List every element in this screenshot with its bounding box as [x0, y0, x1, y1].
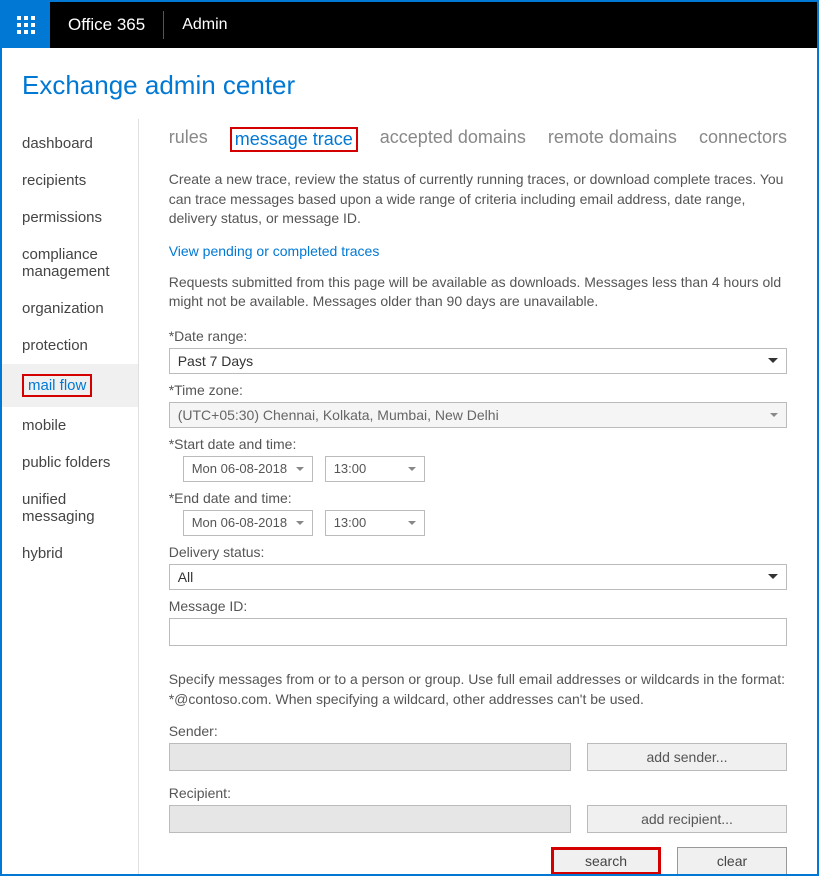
search-button[interactable]: search [551, 847, 661, 875]
date-range-value: Past 7 Days [178, 353, 253, 369]
chevron-down-icon [408, 521, 416, 525]
sidebar-item-label: dashboard [22, 135, 93, 152]
end-time-value: 13:00 [334, 515, 367, 530]
end-time-select[interactable]: 13:00 [325, 510, 425, 536]
tab-connectors[interactable]: connectors [699, 127, 787, 152]
sidebar-item-recipients[interactable]: recipients [2, 162, 138, 199]
sidebar-item-protection[interactable]: protection [2, 327, 138, 364]
sidebar-item-label: mail flow [22, 374, 92, 397]
availability-note: Requests submitted from this page will b… [169, 273, 787, 312]
tab-rules[interactable]: rules [169, 127, 208, 152]
time-zone-label: *Time zone: [169, 382, 787, 398]
sidebar-item-label: public folders [22, 454, 110, 471]
intro-text: Create a new trace, review the status of… [169, 170, 787, 229]
pending-traces-link[interactable]: View pending or completed traces [169, 243, 380, 259]
sidebar-item-label: unified messaging [22, 491, 95, 525]
sidebar-item-label: compliance management [22, 246, 110, 280]
sidebar-item-label: protection [22, 337, 88, 354]
delivery-status-select[interactable]: All [169, 564, 787, 590]
date-range-select[interactable]: Past 7 Days [169, 348, 787, 374]
clear-button[interactable]: clear [677, 847, 787, 875]
add-sender-button[interactable]: add sender... [587, 743, 787, 771]
sender-label: Sender: [169, 723, 787, 739]
sidebar-item-public-folders[interactable]: public folders [2, 444, 138, 481]
sidebar-item-hybrid[interactable]: hybrid [2, 535, 138, 572]
page-title: Exchange admin center [2, 48, 817, 119]
chevron-down-icon [408, 467, 416, 471]
tab-message-trace[interactable]: message trace [230, 127, 358, 152]
end-date-value: Mon 06-08-2018 [192, 515, 287, 530]
start-date-value: Mon 06-08-2018 [192, 461, 287, 476]
time-zone-select[interactable]: (UTC+05:30) Chennai, Kolkata, Mumbai, Ne… [169, 402, 787, 428]
sidebar-item-organization[interactable]: organization [2, 290, 138, 327]
end-datetime-label: *End date and time: [169, 490, 787, 506]
top-bar: Office 365 Admin [2, 2, 817, 48]
main-content: rules message trace accepted domains remote… [139, 119, 817, 876]
tab-remote-domains[interactable]: remote domains [548, 127, 677, 152]
message-id-label: Message ID: [169, 598, 787, 614]
sidebar-item-label: mobile [22, 417, 66, 434]
section-name[interactable]: Admin [164, 16, 245, 34]
app-launcher-icon[interactable] [2, 2, 50, 48]
delivery-status-value: All [178, 569, 194, 585]
sidebar-item-mail-flow[interactable]: mail flow [2, 364, 138, 407]
delivery-status-label: Delivery status: [169, 544, 787, 560]
start-time-value: 13:00 [334, 461, 367, 476]
chevron-down-icon [296, 521, 304, 525]
date-range-label: *Date range: [169, 328, 787, 344]
start-time-select[interactable]: 13:00 [325, 456, 425, 482]
tab-bar: rules message trace accepted domains remote… [169, 127, 787, 152]
chevron-down-icon [768, 574, 778, 579]
start-datetime-label: *Start date and time: [169, 436, 787, 452]
sidebar-item-compliance-management[interactable]: compliance management [2, 236, 138, 290]
sidebar-item-unified-messaging[interactable]: unified messaging [2, 481, 138, 535]
tab-accepted-domains[interactable]: accepted domains [380, 127, 526, 152]
message-id-input[interactable] [169, 618, 787, 646]
sidebar-item-mobile[interactable]: mobile [2, 407, 138, 444]
recipient-box[interactable] [169, 805, 571, 833]
start-date-select[interactable]: Mon 06-08-2018 [183, 456, 313, 482]
chevron-down-icon [770, 413, 778, 417]
sender-box[interactable] [169, 743, 571, 771]
sidebar-item-label: permissions [22, 209, 102, 226]
product-name[interactable]: Office 365 [50, 11, 164, 39]
sidebar-item-label: recipients [22, 172, 86, 189]
sidebar-item-dashboard[interactable]: dashboard [2, 125, 138, 162]
recipient-label: Recipient: [169, 785, 787, 801]
chevron-down-icon [768, 358, 778, 363]
add-recipient-button[interactable]: add recipient... [587, 805, 787, 833]
sidebar-item-label: organization [22, 300, 104, 317]
time-zone-value: (UTC+05:30) Chennai, Kolkata, Mumbai, Ne… [178, 407, 499, 423]
sidebar: dashboard recipients permissions compliance… [2, 119, 139, 876]
filter-help-text: Specify messages from or to a person or … [169, 670, 787, 709]
sidebar-item-label: hybrid [22, 545, 63, 562]
sidebar-item-permissions[interactable]: permissions [2, 199, 138, 236]
end-date-select[interactable]: Mon 06-08-2018 [183, 510, 313, 536]
chevron-down-icon [296, 467, 304, 471]
